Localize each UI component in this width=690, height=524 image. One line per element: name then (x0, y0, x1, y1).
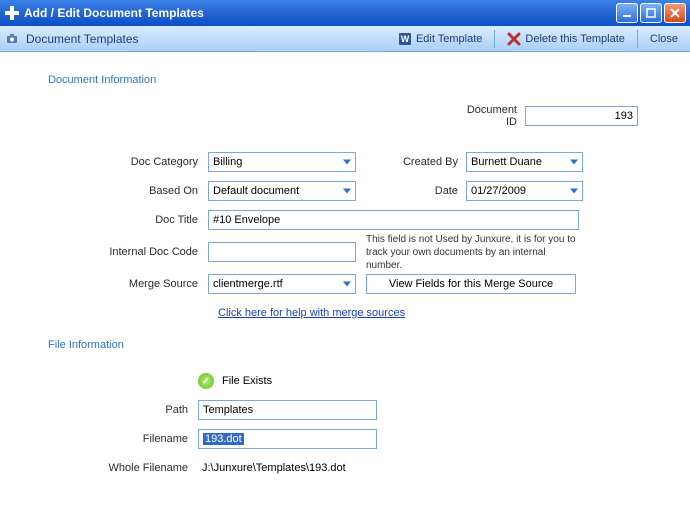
merge-source-dropdown[interactable]: clientmerge.rtf (208, 274, 356, 294)
document-id-field[interactable]: 193 (525, 106, 638, 126)
merge-source-value: clientmerge.rtf (213, 278, 283, 290)
file-info-form: ✓ File Exists Path Templates Filename 19… (40, 369, 650, 480)
label-document-id: Document ID (455, 104, 525, 128)
view-fields-button[interactable]: View Fields for this Merge Source (366, 274, 576, 294)
svg-text:W: W (401, 34, 410, 44)
label-whole-filename: Whole Filename (40, 462, 198, 474)
filename-field[interactable]: 193.dot (198, 429, 377, 449)
delete-template-label: Delete this Template (525, 33, 624, 45)
minimize-button[interactable] (616, 3, 638, 23)
view-fields-label: View Fields for this Merge Source (389, 278, 553, 290)
file-exists-text: File Exists (222, 375, 272, 387)
label-internal-doc-code: Internal Doc Code (40, 246, 208, 258)
doc-title-field[interactable]: #10 Envelope (208, 210, 579, 230)
internal-doc-code-field[interactable] (208, 242, 356, 262)
toolbar: Document Templates W Edit Template Delet… (0, 26, 690, 52)
label-doc-title: Doc Title (40, 214, 208, 226)
label-doc-category: Doc Category (40, 156, 208, 168)
separator (637, 30, 638, 48)
close-toolbar-label: Close (650, 33, 678, 45)
separator (494, 30, 495, 48)
delete-template-button[interactable]: Delete this Template (501, 30, 630, 48)
app-icon (4, 5, 20, 21)
label-date: Date (396, 185, 466, 197)
window-controls (616, 3, 686, 23)
label-merge-source: Merge Source (40, 278, 208, 290)
camera-icon (6, 32, 20, 46)
path-field[interactable]: Templates (198, 400, 377, 420)
label-based-on: Based On (40, 185, 208, 197)
document-info-form: Document ID 193 Doc Category Billing Cre… (40, 104, 650, 339)
window-titlebar: Add / Edit Document Templates (0, 0, 690, 26)
window-title: Add / Edit Document Templates (24, 6, 616, 20)
date-value: 01/27/2009 (471, 185, 526, 197)
label-path: Path (40, 404, 198, 416)
merge-help-link[interactable]: Click here for help with merge sources (218, 307, 405, 319)
check-icon: ✓ (198, 373, 214, 389)
doc-title-value: #10 Envelope (213, 214, 280, 226)
content-area: Document Information Document ID 193 Doc… (0, 52, 690, 490)
edit-template-label: Edit Template (416, 33, 482, 45)
toolbar-title: Document Templates (26, 32, 139, 46)
date-dropdown[interactable]: 01/27/2009 (466, 181, 583, 201)
section-file-information: File Information (48, 339, 650, 351)
created-by-dropdown[interactable]: Burnett Duane (466, 152, 583, 172)
based-on-value: Default document (213, 185, 299, 197)
label-created-by: Created By (396, 156, 466, 168)
based-on-dropdown[interactable]: Default document (208, 181, 356, 201)
close-toolbar-button[interactable]: Close (644, 31, 684, 47)
created-by-value: Burnett Duane (471, 156, 542, 168)
delete-icon (507, 32, 521, 46)
document-id-value: 193 (615, 110, 633, 122)
internal-doc-code-hint: This field is not Used by Junxure, it is… (366, 233, 576, 272)
doc-category-value: Billing (213, 156, 242, 168)
doc-category-dropdown[interactable]: Billing (208, 152, 356, 172)
edit-template-button[interactable]: W Edit Template (392, 30, 488, 48)
label-filename: Filename (40, 433, 198, 445)
section-document-information: Document Information (48, 74, 650, 86)
whole-filename-value: J:\Junxure\Templates\193.dot (202, 462, 346, 474)
filename-value: 193.dot (203, 433, 244, 445)
word-icon: W (398, 32, 412, 46)
maximize-button[interactable] (640, 3, 662, 23)
path-value: Templates (203, 404, 253, 416)
close-button[interactable] (664, 3, 686, 23)
